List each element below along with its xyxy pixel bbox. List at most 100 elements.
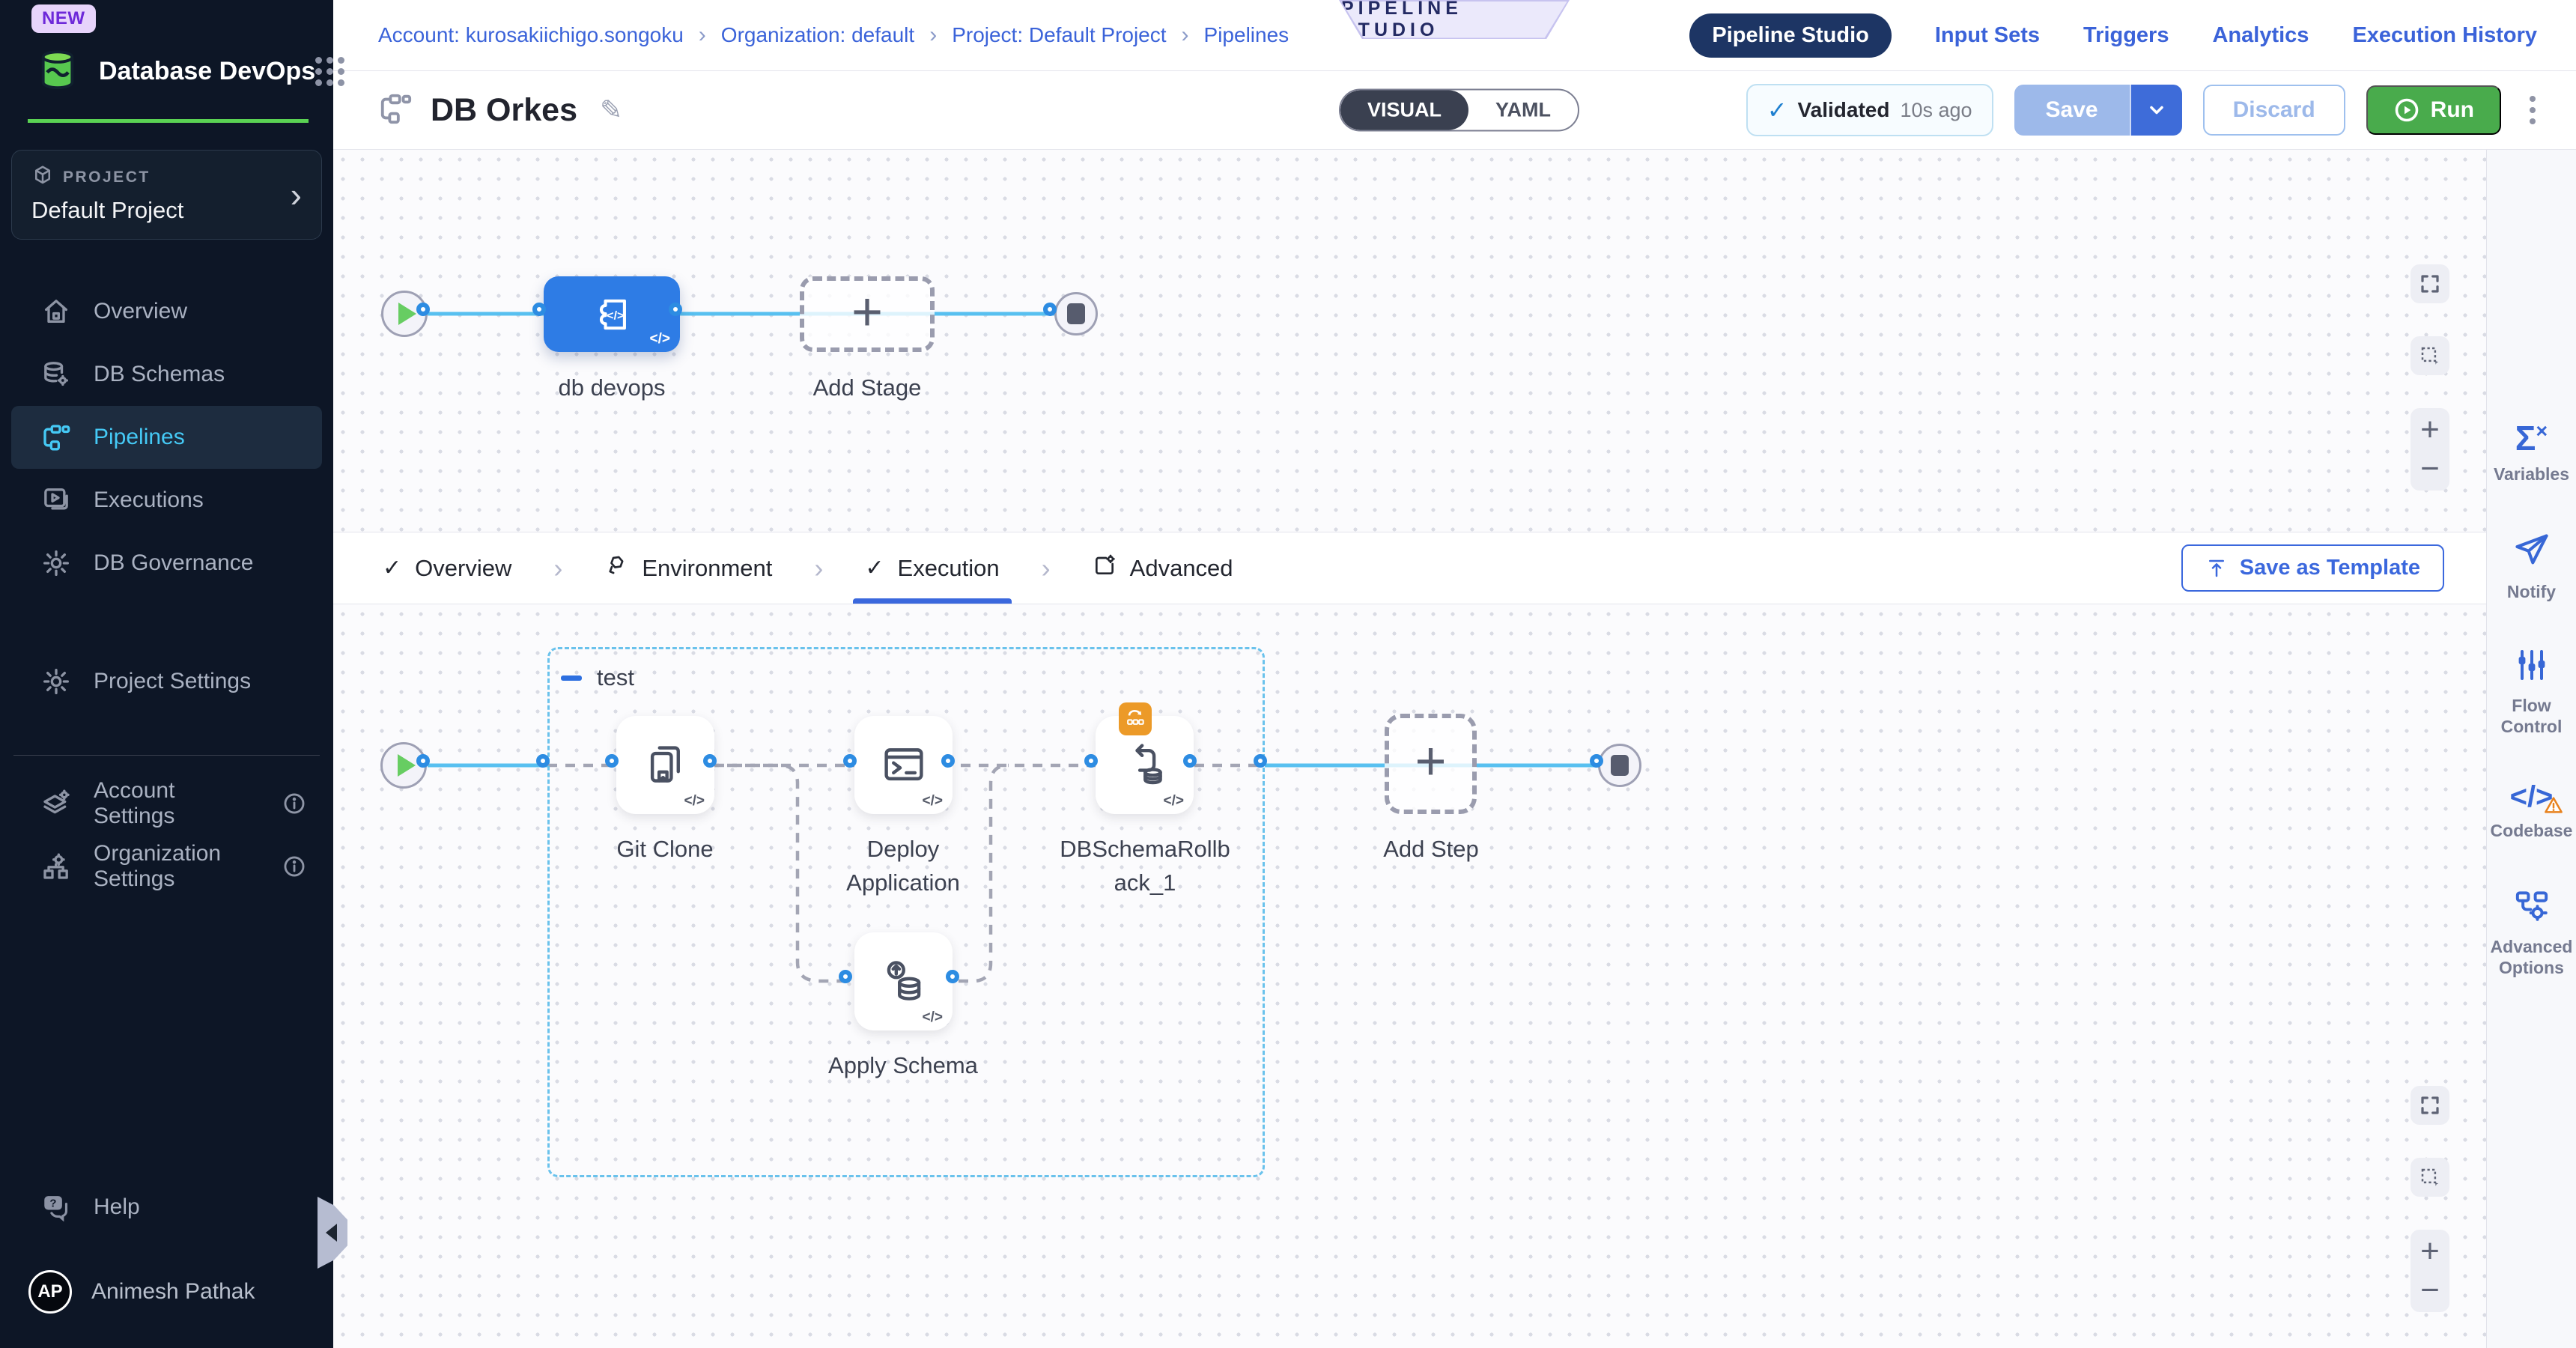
sidebar-item-label: DB Governance [94,550,253,576]
app-title: Database DevOps [99,57,315,86]
app-grid-icon[interactable] [315,57,344,86]
sidebar-item-overview[interactable]: Overview [11,280,322,343]
connector-port[interactable] [416,303,430,316]
pipeline-end-node[interactable] [1054,292,1098,336]
tab-overview[interactable]: ✓ Overview [375,532,519,604]
toolbar-codebase[interactable]: </> Codebase [2488,782,2575,842]
toolbar-notify[interactable]: Notify [2488,530,2575,603]
marquee-select-button[interactable] [2411,1158,2449,1197]
collapse-group-icon[interactable] [561,675,582,681]
marquee-select-button[interactable] [2411,336,2449,375]
sidebar-item-executions[interactable]: Executions [11,469,322,532]
connector-port[interactable] [416,754,430,768]
sidebar-item-pipelines[interactable]: Pipelines [11,406,322,469]
connector-port[interactable] [1183,754,1197,768]
tab-advanced[interactable]: Advanced [1085,532,1241,604]
fit-to-screen-button[interactable] [2411,264,2449,303]
connector-port[interactable] [703,754,717,768]
step-apply-schema[interactable]: </> [854,932,953,1030]
step-deploy-application[interactable]: </> [854,716,953,814]
connector-port[interactable] [1043,303,1057,316]
play-circle-icon [2393,97,2420,124]
project-selector[interactable]: PROJECT Default Project › [11,150,322,240]
breadcrumb-project[interactable]: Project: Default Project [952,23,1166,47]
connector-port[interactable] [1254,754,1267,768]
connector-port[interactable] [946,970,959,983]
sidebar-item-db-governance[interactable]: DB Governance [11,532,322,595]
fit-to-screen-button[interactable] [2411,1086,2449,1125]
chevron-right-icon: › [553,553,562,584]
connector-port[interactable] [1084,754,1098,768]
info-icon[interactable] [282,854,307,879]
connector-port[interactable] [669,303,682,316]
toolbar-flow-control[interactable]: Flow Control [2488,647,2575,737]
sidebar-item-account-settings[interactable]: Account Settings [11,772,322,835]
connector-port[interactable] [839,970,852,983]
stage-canvas[interactable]: </> </> + db devops Add Stage + − [333,150,2486,532]
run-button[interactable]: Run [2366,85,2501,135]
toolbar-variables[interactable]: Σ× Variables [2488,421,2575,485]
step-git-clone[interactable]: </> [616,716,714,814]
connector-port[interactable] [843,754,857,768]
pipeline-actions: ✓ Validated 10s ago Save Discard Run [1746,84,2543,136]
stop-icon [1067,303,1085,324]
right-toolbar: Σ× Variables Notify Flow Control </> Cod… [2486,150,2576,1348]
visual-yaml-toggle[interactable]: VISUAL YAML [1339,89,1579,132]
zoom-in-button[interactable]: + [2420,1235,2440,1268]
execution-play-icon [40,485,73,515]
user-menu[interactable]: AP Animesh Pathak [0,1270,333,1314]
sidebar-item-organization-settings[interactable]: Organization Settings [11,835,322,898]
tab-label: Execution [898,555,1000,582]
add-step-label: Add Step [1341,833,1521,866]
play-icon [398,303,416,325]
execution-end-node[interactable] [1598,744,1641,787]
tab-analytics[interactable]: Analytics [2212,23,2309,48]
pipeline-icon [40,422,73,452]
toolbar-label: Flow Control [2488,696,2575,737]
tab-environment[interactable]: Environment [597,532,780,604]
connector-port[interactable] [605,754,619,768]
breadcrumb-account[interactable]: Account: kurosakiichigo.songoku [378,23,684,47]
help-button[interactable]: ? Help [11,1176,322,1239]
connector-port[interactable] [941,754,955,768]
stage-node-db-devops[interactable]: </> </> [544,276,680,352]
save-as-template-button[interactable]: Save as Template [2181,544,2444,592]
chevron-right-icon: › [291,177,302,212]
connector-port[interactable] [532,303,546,316]
breadcrumb-pipelines[interactable]: Pipelines [1204,23,1289,47]
breadcrumb-organization[interactable]: Organization: default [721,23,914,47]
tab-triggers[interactable]: Triggers [2083,23,2169,48]
connector-port[interactable] [536,754,550,768]
zoom-in-button[interactable]: + [2420,413,2440,446]
help-chat-icon: ? [40,1191,73,1223]
add-step-button[interactable]: + [1385,714,1477,814]
tab-execution[interactable]: ✓ Execution [857,532,1006,604]
info-icon[interactable] [282,791,307,816]
step-group-label[interactable]: test [597,664,634,691]
tab-input-sets[interactable]: Input Sets [1935,23,2040,48]
tab-execution-history[interactable]: Execution History [2352,23,2537,48]
toggle-visual[interactable]: VISUAL [1340,91,1468,130]
more-options-kebab-icon[interactable] [2522,91,2543,129]
add-stage-button[interactable]: + [800,276,935,352]
execution-canvas[interactable]: test </> </> [333,604,2486,1348]
tab-pipeline-studio[interactable]: Pipeline Studio [1689,13,1891,58]
zoom-out-button[interactable]: − [2420,452,2440,485]
connector-port[interactable] [1590,754,1603,768]
validated-chip[interactable]: ✓ Validated 10s ago [1746,84,1993,136]
save-dropdown-button[interactable] [2130,85,2182,136]
sidebar-item-label: Project Settings [94,669,251,694]
save-button[interactable]: Save [2014,85,2130,136]
toolbar-label: Variables [2494,464,2569,485]
edit-pencil-icon[interactable]: ✎ [600,94,622,126]
rollback-badge-icon [1119,702,1152,735]
add-stage-label: Add Stage [755,371,979,405]
toolbar-advanced-options[interactable]: Advanced Options [2488,887,2575,978]
step-dbschemarollback[interactable]: </> [1096,716,1194,814]
zoom-out-button[interactable]: − [2420,1274,2440,1307]
sidebar-item-db-schemas[interactable]: DB Schemas [11,343,322,406]
sidebar-item-project-settings[interactable]: Project Settings [11,650,322,713]
toggle-yaml[interactable]: YAML [1468,91,1578,130]
discard-button[interactable]: Discard [2203,85,2345,136]
database-gear-icon [40,359,73,389]
